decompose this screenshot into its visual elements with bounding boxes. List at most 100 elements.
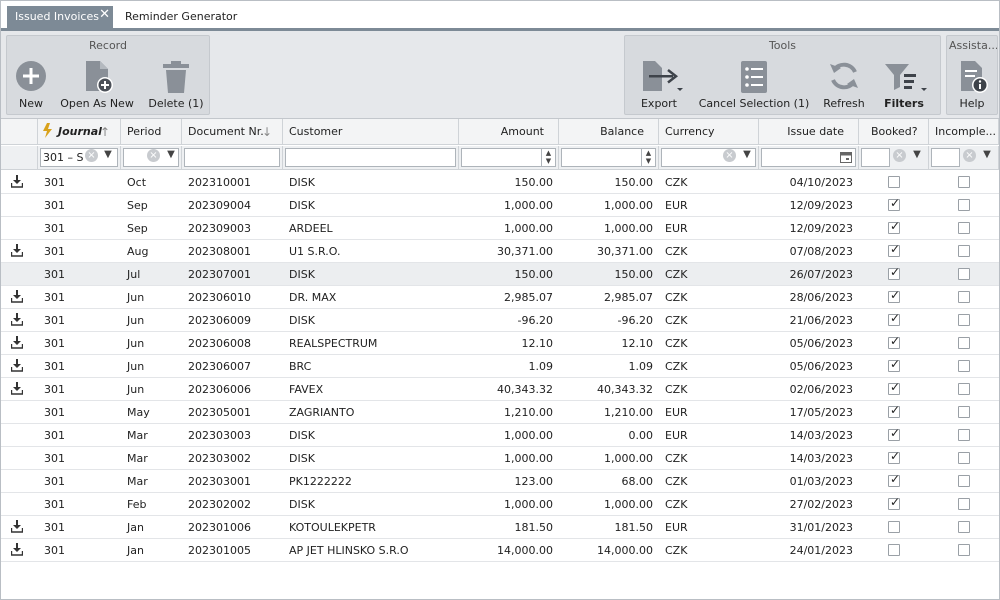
table-row[interactable]: 301 May 202305001 ZAGRIANTO 1,210.00 1,210.00… (1, 401, 999, 424)
row-indicator[interactable] (1, 171, 38, 194)
download-icon[interactable] (11, 313, 23, 326)
spinner-icon[interactable]: ▲ ▼ (541, 149, 555, 166)
booked-checkbox[interactable]: ✓ (888, 426, 900, 441)
column-header-period[interactable]: Period (121, 119, 182, 145)
table-row[interactable]: 301 Mar 202303001 PK1222222 123.00 68.00 CZK 01… (1, 470, 999, 493)
table-row[interactable]: 301 Jun 202306007 BRC 1.09 1.09 CZK 05/06/2023 ✓ (1, 355, 999, 378)
row-indicator[interactable] (1, 309, 38, 332)
download-icon[interactable] (11, 336, 23, 349)
delete-button[interactable]: Delete (1) (145, 58, 207, 114)
booked-checkbox[interactable]: ✓ (888, 334, 900, 349)
column-header-journal[interactable]: Journal ↑ (38, 119, 121, 145)
table-row[interactable]: 301 Sep 202309004 DISK 1,000.00 1,000.00 EUR 12… (1, 194, 999, 217)
booked-checkbox[interactable]: ✓ (888, 288, 900, 303)
booked-checkbox[interactable]: ✓ (888, 472, 900, 487)
clear-icon[interactable]: × (147, 149, 160, 162)
help-button[interactable]: Help (949, 58, 995, 114)
table-row[interactable]: 301 Jun 202306006 FAVEX 40,343.32 40,343.32 CZ… (1, 378, 999, 401)
booked-filter-input[interactable] (861, 148, 890, 167)
column-header-customer[interactable]: Customer (283, 119, 459, 145)
table-row[interactable]: 301 Feb 202302002 DISK 1,000.00 1,000.00 CZK 27… (1, 493, 999, 516)
incomplete-checkbox[interactable] (958, 268, 970, 280)
close-icon[interactable]: ✕ (99, 4, 110, 26)
row-indicator[interactable] (1, 470, 38, 493)
booked-checkbox[interactable]: ✓ (888, 449, 900, 464)
incomplete-checkbox[interactable] (958, 475, 970, 487)
incomplete-filter[interactable]: × ▼ (929, 146, 999, 170)
issue-date-filter[interactable] (759, 146, 859, 170)
row-indicator[interactable] (1, 263, 38, 286)
table-row[interactable]: 301 Mar 202303002 DISK 1,000.00 1,000.00 CZK 14… (1, 447, 999, 470)
row-indicator[interactable] (1, 194, 38, 217)
column-header-booked[interactable]: Booked? (859, 119, 929, 145)
booked-checkbox[interactable] (888, 176, 900, 188)
row-indicator[interactable] (1, 516, 38, 539)
row-indicator[interactable] (1, 539, 38, 562)
column-header-balance[interactable]: Balance (559, 119, 659, 145)
issue-date-filter-input[interactable] (761, 148, 856, 167)
amount-filter-input[interactable]: ▲ ▼ (461, 148, 556, 167)
chevron-down-icon[interactable]: ▼ (910, 147, 924, 163)
row-indicator[interactable] (1, 286, 38, 309)
booked-filter[interactable]: × ▼ (859, 146, 929, 170)
clear-icon[interactable]: × (723, 149, 736, 162)
row-indicator[interactable] (1, 424, 38, 447)
filters-button[interactable]: Filters (875, 58, 933, 114)
clear-icon[interactable]: × (893, 149, 906, 162)
table-row[interactable]: 301 Oct 202310001 DISK 150.00 150.00 CZK 04/10/… (1, 171, 999, 194)
tab-reminder-generator[interactable]: Reminder Generator (117, 6, 245, 28)
row-indicator[interactable] (1, 378, 38, 401)
amount-filter[interactable]: ▲ ▼ (459, 146, 559, 170)
download-icon[interactable] (11, 290, 23, 303)
download-icon[interactable] (11, 359, 23, 372)
customer-filter-input[interactable] (285, 148, 456, 167)
refresh-button[interactable]: Refresh (817, 58, 871, 114)
document-filter-input[interactable] (184, 148, 280, 167)
column-header-document[interactable]: Document Nr. ↓ (182, 119, 283, 145)
new-button[interactable]: New (11, 58, 51, 114)
download-icon[interactable] (11, 175, 23, 188)
booked-checkbox[interactable]: ✓ (888, 380, 900, 395)
booked-checkbox[interactable]: ✓ (888, 196, 900, 211)
table-row[interactable]: 301 Aug 202308001 U1 S.R.O. 30,371.00 30,371.… (1, 240, 999, 263)
incomplete-checkbox[interactable] (958, 544, 970, 556)
calendar-icon[interactable] (840, 152, 852, 163)
download-icon[interactable] (11, 520, 23, 533)
export-button[interactable]: Export (629, 58, 689, 114)
table-row[interactable]: 301 Sep 202309003 ARDEEL 1,000.00 1,000.00 EUR… (1, 217, 999, 240)
spinner-icon[interactable]: ▲ ▼ (641, 149, 655, 166)
booked-checkbox[interactable]: ✓ (888, 242, 900, 257)
incomplete-checkbox[interactable] (958, 498, 970, 510)
table-row[interactable]: 301 Jul 202307001 DISK 150.00 150.00 CZK 26/07/… (1, 263, 999, 286)
incomplete-checkbox[interactable] (958, 245, 970, 257)
download-icon[interactable] (11, 382, 23, 395)
column-header-amount[interactable]: Amount (459, 119, 559, 145)
row-indicator[interactable] (1, 332, 38, 355)
open-as-new-button[interactable]: Open As New (57, 58, 137, 114)
row-indicator[interactable] (1, 355, 38, 378)
download-icon[interactable] (11, 244, 23, 257)
currency-filter[interactable]: × ▼ (659, 146, 759, 170)
incomplete-checkbox[interactable] (958, 199, 970, 211)
period-filter[interactable]: × ▼ (121, 146, 182, 170)
journal-filter[interactable]: 301 – S × ▼ (38, 146, 121, 170)
column-header-issue-date[interactable]: Issue date (759, 119, 859, 145)
incomplete-filter-input[interactable] (931, 148, 960, 167)
table-row[interactable]: 301 Jun 202306010 DR. MAX 2,985.07 2,985.07 CZ… (1, 286, 999, 309)
column-header-incomplete[interactable]: Incomple... (929, 119, 999, 145)
row-indicator[interactable] (1, 447, 38, 470)
booked-checkbox[interactable]: ✓ (888, 357, 900, 372)
row-indicator[interactable] (1, 217, 38, 240)
balance-filter[interactable]: ▲ ▼ (559, 146, 659, 170)
table-row[interactable]: 301 Jan 202301005 AP JET HLINSKO S.R.O 14,00… (1, 539, 999, 562)
incomplete-checkbox[interactable] (958, 222, 970, 234)
table-row[interactable]: 301 Mar 202303003 DISK 1,000.00 0.00 EUR 14/03/… (1, 424, 999, 447)
incomplete-checkbox[interactable] (958, 383, 970, 395)
incomplete-checkbox[interactable] (958, 452, 970, 464)
booked-checkbox[interactable]: ✓ (888, 265, 900, 280)
booked-checkbox[interactable]: ✓ (888, 495, 900, 510)
incomplete-checkbox[interactable] (958, 360, 970, 372)
chevron-down-icon[interactable]: ▼ (164, 147, 178, 163)
customer-filter[interactable] (283, 146, 459, 170)
clear-icon[interactable]: × (963, 149, 976, 162)
